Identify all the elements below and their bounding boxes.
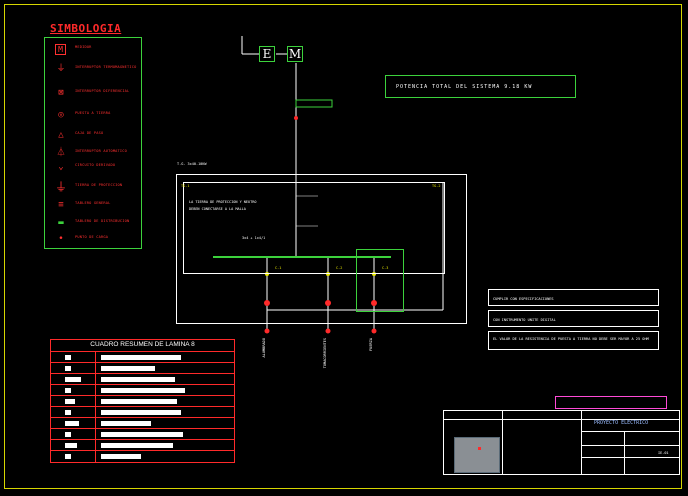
table-row <box>51 373 234 385</box>
note-box-3: EL VALOR DE LA RESISTENCIA DE PUESTA A T… <box>488 331 659 350</box>
summary-table: CUADRO RESUMEN DE LAMINA 8 <box>50 339 235 463</box>
location-map-image <box>454 437 500 473</box>
table-row <box>51 351 234 363</box>
circuit-c1-label: ALUMBRADO <box>262 338 266 358</box>
tg-label: T.G. 3x40.10KW <box>177 162 207 166</box>
table-row <box>51 428 234 440</box>
main-breaker-icon <box>294 116 298 120</box>
earth-note-2: DEBEN CONECTARSE A LA MALLA <box>189 207 246 211</box>
circuit-c3-name: C-3 <box>382 266 389 270</box>
note-box-1: CUMPLIR CON ESPECIFICACIONES <box>488 289 659 306</box>
sheet-number: IE-01 <box>658 451 669 455</box>
inner-panel-frame <box>183 182 445 274</box>
table-row <box>51 450 234 462</box>
table-row <box>51 362 234 374</box>
circuit-c2-name: C-2 <box>336 266 343 270</box>
panel-left-label: TG-1 <box>181 184 190 188</box>
note-box-2: CON INSTRUMENTO UNITE DIGITAL <box>488 310 659 327</box>
note-text-1: CUMPLIR CON ESPECIFICACIONES <box>493 297 554 301</box>
circuit-c2-label: TOMACORRIENTES <box>323 338 327 369</box>
table-row <box>51 439 234 451</box>
panel-right-label: TG-2 <box>432 184 441 188</box>
energy-box: E <box>259 46 275 62</box>
reserve-panel <box>356 249 404 312</box>
summary-title: CUADRO RESUMEN DE LAMINA 8 <box>90 341 195 348</box>
circuit-c3-label: FUERZA <box>369 338 373 351</box>
earth-note-1: LA TIERRA DE PROTECCION Y NEUTRO <box>189 200 257 204</box>
note-text-3: EL VALOR DE LA RESISTENCIA DE PUESTA A T… <box>493 337 649 341</box>
power-total-text: POTENCIA TOTAL DEL SISTEMA 9.18 KW <box>396 84 533 90</box>
table-row <box>51 384 234 396</box>
note-text-2: CON INSTRUMENTO UNITE DIGITAL <box>493 318 556 322</box>
table-row <box>51 395 234 407</box>
meter-tag-box <box>295 99 333 108</box>
location-pin-icon <box>478 447 481 450</box>
busbar-label: 3x4 + 1x4/1 <box>242 236 266 240</box>
revision-note <box>555 396 667 409</box>
table-row <box>51 406 234 418</box>
circuit-c1-name: C-1 <box>275 266 282 270</box>
load-c2-icon <box>325 328 331 334</box>
power-total-box: POTENCIA TOTAL DEL SISTEMA 9.18 KW <box>385 75 576 98</box>
table-row <box>51 417 234 429</box>
meter-box: M <box>287 46 303 62</box>
load-c3-icon <box>371 328 377 334</box>
title-block: PROYECTO ELECTRICO IE-01 <box>443 410 680 475</box>
load-c1-icon <box>264 328 270 334</box>
project-title: PROYECTO ELECTRICO <box>594 420 649 426</box>
